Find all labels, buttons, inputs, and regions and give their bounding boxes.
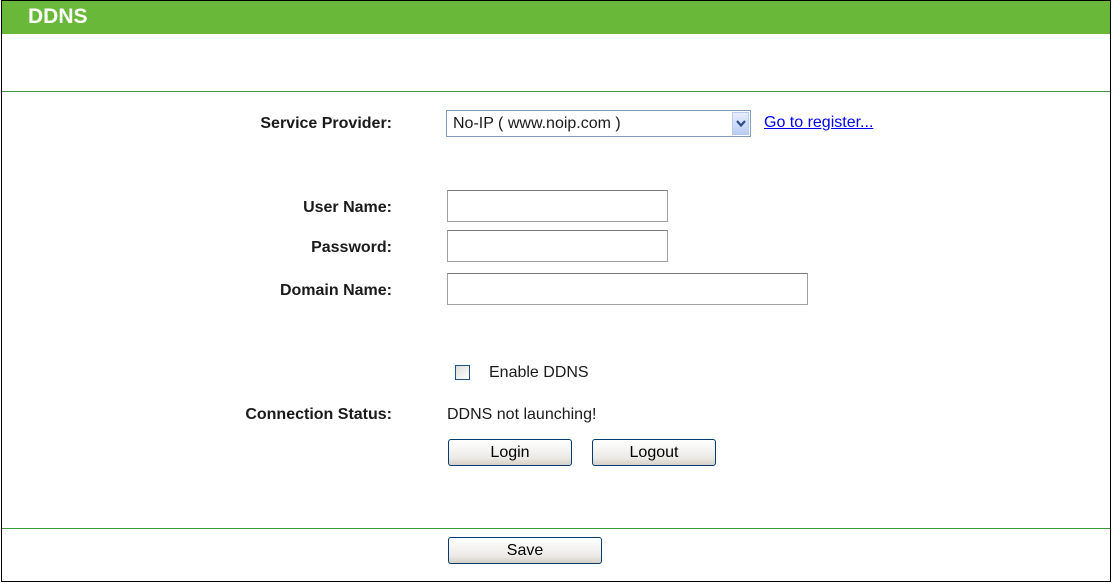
divider-bottom — [2, 528, 1110, 529]
login-button[interactable]: Login — [448, 439, 572, 466]
dropdown-button[interactable] — [732, 112, 749, 135]
title-bar: DDNS — [2, 1, 1110, 34]
connection-status-value: DDNS not launching! — [447, 406, 597, 423]
chevron-down-icon — [736, 120, 746, 128]
save-button[interactable]: Save — [448, 537, 602, 564]
logout-button[interactable]: Logout — [592, 439, 716, 466]
ddns-panel: DDNS Service Provider: No-IP ( www.noip.… — [1, 0, 1111, 582]
go-to-register-link[interactable]: Go to register... — [764, 114, 873, 132]
divider-top — [2, 91, 1110, 92]
enable-ddns-checkbox[interactable] — [455, 365, 470, 380]
page-title: DDNS — [28, 5, 88, 28]
domain-name-input[interactable] — [447, 273, 808, 305]
service-provider-select[interactable]: No-IP ( www.noip.com ) — [446, 110, 751, 137]
user-name-label: User Name: — [303, 199, 392, 216]
service-provider-label: Service Provider: — [260, 115, 392, 132]
user-name-input[interactable] — [447, 190, 668, 222]
password-label: Password: — [311, 239, 392, 256]
enable-ddns-label: Enable DDNS — [489, 364, 589, 381]
password-input[interactable] — [447, 230, 668, 262]
service-provider-value: No-IP ( www.noip.com ) — [453, 115, 621, 132]
domain-name-label: Domain Name: — [279, 282, 392, 299]
connection-status-label: Connection Status: — [245, 406, 392, 423]
